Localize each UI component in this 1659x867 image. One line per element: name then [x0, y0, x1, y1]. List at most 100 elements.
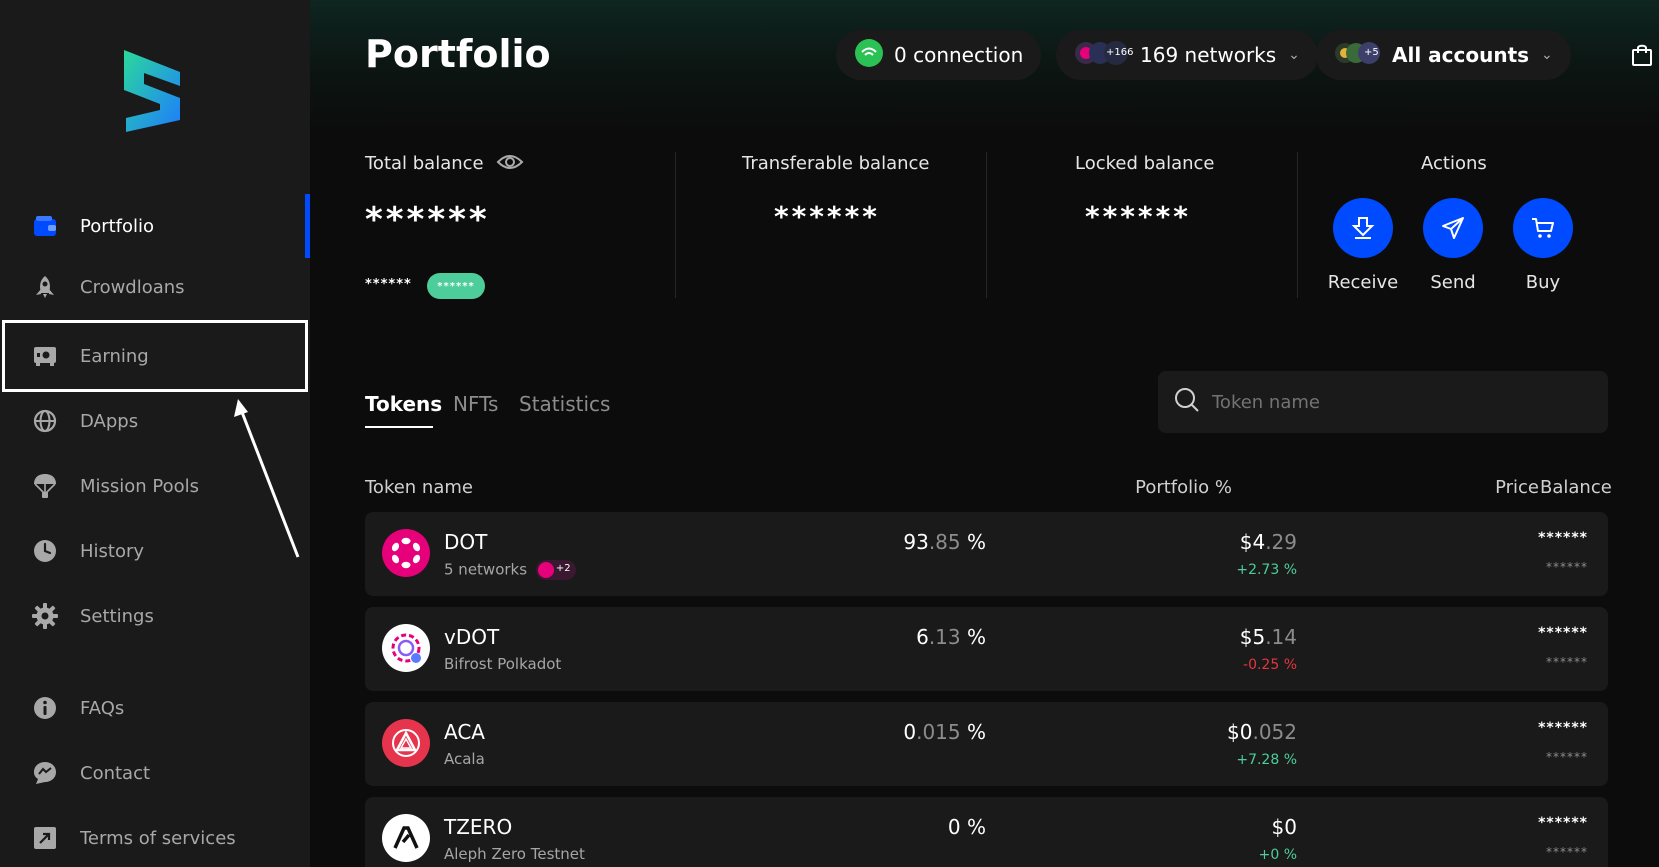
sidebar-item-label: Portfolio [80, 215, 155, 237]
receive-button[interactable]: Receive [1317, 198, 1409, 293]
sidebar-item-settings[interactable]: Settings [0, 588, 310, 644]
sidebar-item-portfolio[interactable]: Portfolio [0, 198, 310, 254]
column-header-balance: Balance [1540, 477, 1612, 498]
token-price: $0 [1271, 815, 1297, 839]
rocket-icon [32, 274, 58, 300]
wifi-icon [854, 38, 884, 73]
price-change: -0.25 % [1243, 657, 1297, 673]
portfolio-percent: 0 % [947, 815, 986, 839]
token-balance: ****** [1538, 625, 1588, 641]
chevron-down-icon: ⌄ [1288, 47, 1300, 63]
vdot-icon [382, 624, 430, 672]
clock-icon [32, 538, 58, 564]
send-button[interactable]: Send [1407, 198, 1499, 293]
network-count-badge: +2 [555, 563, 571, 574]
transferable-balance-value: ****** [774, 200, 880, 233]
sidebar-item-label: FAQs [80, 697, 125, 719]
token-balance: ****** [1538, 530, 1588, 546]
page-title: Portfolio [365, 32, 551, 76]
token-balance-value: ****** [1546, 750, 1588, 764]
token-balance-value: ****** [1546, 560, 1588, 574]
column-header-token: Token name [365, 477, 473, 498]
shopping-bag-icon [1632, 44, 1652, 66]
price-change: +0 % [1258, 847, 1297, 863]
token-name: TZERO [444, 815, 513, 839]
accounts-count-badge: +5 [1364, 47, 1379, 58]
eye-icon[interactable] [496, 152, 524, 176]
account-selector[interactable]: +5 All accounts ⌄ [1316, 30, 1571, 80]
buy-label: Buy [1525, 272, 1561, 293]
subwallet-logo [122, 46, 184, 134]
token-name: DOT [444, 530, 488, 554]
table-row[interactable]: vDOT Bifrost Polkadot 6.13 % $5.14 -0.25… [365, 607, 1608, 691]
actions-label: Actions [1421, 153, 1487, 174]
sidebar-item-contact[interactable]: Contact [0, 745, 310, 801]
column-header-portfolio: Portfolio % [1135, 477, 1232, 498]
search-input[interactable] [1212, 391, 1592, 413]
sidebar-item-label: Terms of services [80, 827, 236, 849]
portfolio-percent: 6.13 % [916, 625, 986, 649]
tab-statistics[interactable]: Statistics [519, 392, 610, 416]
transferable-balance-label: Transferable balance [742, 153, 930, 174]
portfolio-percent: 93.85 % [903, 530, 986, 554]
token-balance: ****** [1538, 720, 1588, 736]
networks-count-badge: +166 [1106, 47, 1134, 58]
search-icon [1174, 387, 1200, 417]
token-price: $0.052 [1227, 720, 1297, 744]
network-selector[interactable]: +166 169 networks ⌄ [1056, 30, 1318, 80]
sidebar-item-label: Crowdloans [80, 276, 185, 298]
sidebar-item-faqs[interactable]: FAQs [0, 680, 310, 736]
sidebar-item-terms[interactable]: Terms of services [0, 810, 310, 866]
annotation-arrow [234, 399, 300, 558]
sidebar-item-label: History [80, 540, 145, 562]
tab-underline [365, 426, 433, 428]
receive-icon [1333, 198, 1393, 258]
connection-button[interactable]: 0 connection [836, 30, 1042, 80]
divider [1297, 152, 1298, 298]
sidebar-item-label: Mission Pools [80, 475, 200, 497]
table-row[interactable]: ACA Acala 0.015 % $0.052 +7.28 % ****** … [365, 702, 1608, 786]
accounts-label: All accounts [1392, 43, 1530, 67]
gear-icon [32, 603, 58, 629]
connection-label: 0 connection [894, 43, 1024, 67]
buy-button[interactable]: Buy [1497, 198, 1589, 293]
divider [986, 152, 987, 298]
shopping-bag-button[interactable] [1620, 30, 1659, 80]
divider [675, 152, 676, 298]
table-row[interactable]: DOT 5 networks +2 93.85 % $4.29 +2.73 % … [365, 512, 1608, 596]
table-row[interactable]: TZERO Aleph Zero Testnet 0 % $0 +0 % ***… [365, 797, 1608, 867]
app-window: Portfolio Crowdloans Earning DApps Missi… [0, 0, 1659, 867]
receive-label: Receive [1327, 272, 1399, 293]
send-icon [1423, 198, 1483, 258]
cart-icon [1513, 198, 1573, 258]
token-price: $4.29 [1239, 530, 1297, 554]
price-change: +2.73 % [1236, 562, 1297, 578]
sidebar-item-label: DApps [80, 410, 139, 432]
token-balance-value: ****** [1546, 655, 1588, 669]
tab-tokens[interactable]: Tokens [365, 392, 442, 416]
token-network: Acala [444, 750, 485, 768]
acala-icon [382, 719, 430, 767]
token-balance: ****** [1538, 815, 1588, 831]
total-balance-label: Total balance [365, 153, 484, 174]
polkadot-icon [382, 529, 430, 577]
sidebar-item-label: Settings [80, 605, 154, 627]
send-label: Send [1430, 272, 1476, 293]
aleph-zero-icon [382, 814, 430, 862]
main-content: Portfolio 0 connection +166 169 networks… [310, 0, 1659, 867]
token-network: Aleph Zero Testnet [444, 845, 585, 863]
network-logos-icon: +2 [535, 560, 576, 580]
price-change: +7.28 % [1236, 752, 1297, 768]
tab-nfts[interactable]: NFTs [453, 392, 498, 416]
column-header-price: Price [1495, 477, 1539, 498]
globe-icon [32, 408, 58, 434]
token-name: ACA [444, 720, 485, 744]
total-balance-value: ****** [365, 200, 490, 240]
sidebar-item-crowdloans[interactable]: Crowdloans [0, 259, 310, 315]
token-balance-value: ****** [1546, 845, 1588, 859]
balance-change-badge: ****** [427, 273, 485, 299]
token-name: vDOT [444, 625, 500, 649]
wallet-icon [32, 213, 58, 239]
chat-icon [32, 760, 58, 786]
search-box[interactable] [1158, 371, 1608, 433]
